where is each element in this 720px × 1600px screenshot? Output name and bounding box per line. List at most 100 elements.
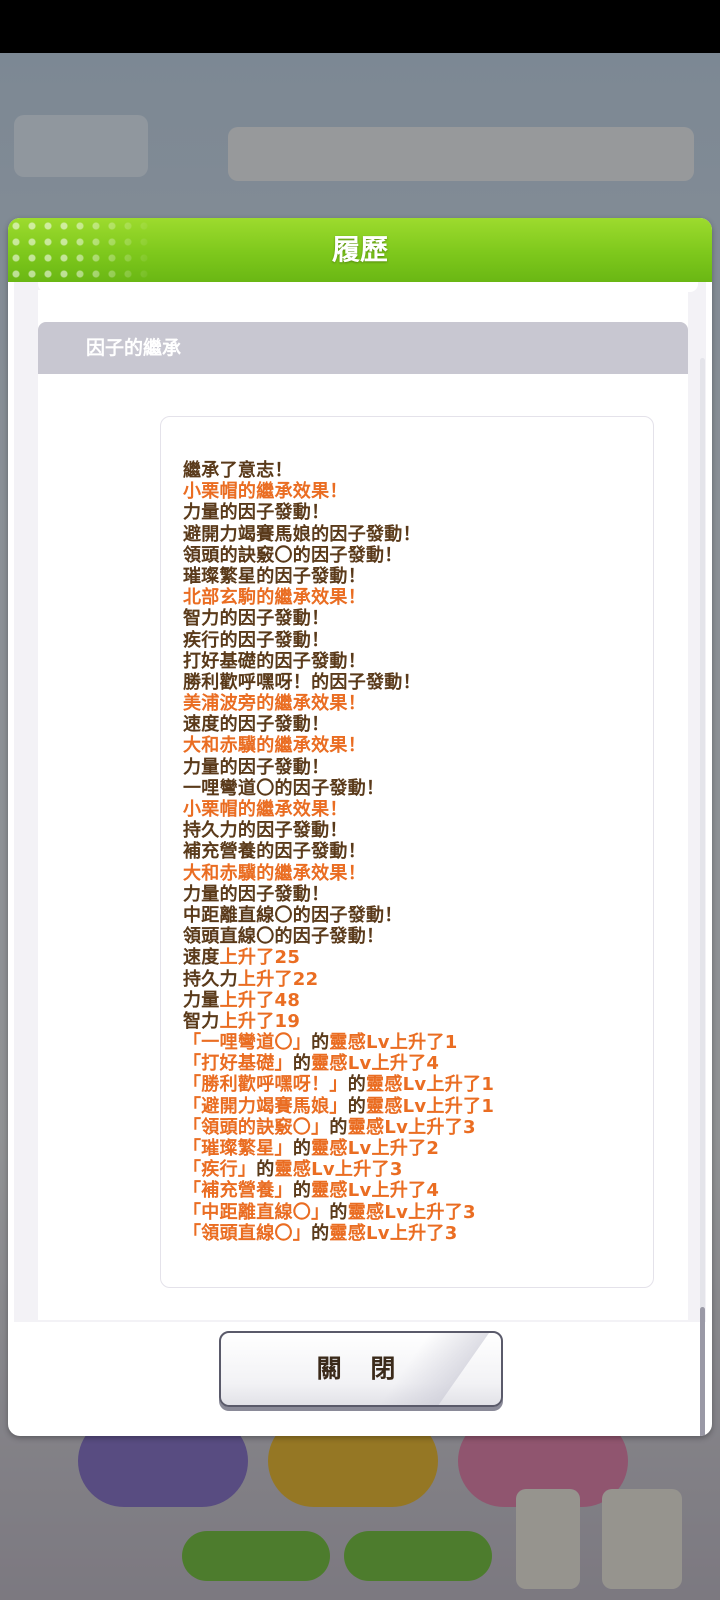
close-button[interactable]: 關 閉 bbox=[219, 1331, 503, 1407]
log-line: 補充營養的因子發動！ bbox=[183, 841, 643, 862]
log-segment: 的 bbox=[292, 1053, 312, 1075]
log-line: 力量的因子發動！ bbox=[183, 884, 643, 905]
log-segment: 力量 bbox=[183, 989, 220, 1011]
log-line: 小栗帽的繼承效果！ bbox=[183, 799, 643, 820]
log-segment: 智力 bbox=[183, 1010, 220, 1032]
log-segment: 「領頭的訣竅〇」 bbox=[183, 1116, 330, 1138]
log-segment: 避開力竭賽馬娘的因子發動！ bbox=[183, 523, 421, 545]
log-line: 「璀璨繁星」的靈感Lv上升了2 bbox=[183, 1138, 643, 1159]
log-segment: 靈感Lv上升了4 bbox=[311, 1180, 440, 1202]
log-line: 璀璨繁星的因子發動！ bbox=[183, 566, 643, 587]
log-line: 「中距離直線〇」的靈感Lv上升了3 bbox=[183, 1202, 643, 1223]
log-segment: 北部玄駒的繼承效果！ bbox=[183, 587, 366, 609]
log-segment: 的 bbox=[292, 1138, 312, 1159]
log-segment: 一哩彎道〇的因子發動！ bbox=[183, 777, 385, 799]
log-line: 打好基礎的因子發動！ bbox=[183, 651, 643, 672]
log-segment: 的 bbox=[311, 1222, 330, 1244]
log-segment: 上升了22 bbox=[237, 968, 319, 990]
log-line: 繼承了意志！ bbox=[183, 460, 643, 481]
log-segment: 勝利歡呼嘿呀！的因子發動！ bbox=[183, 671, 421, 693]
log-line: 勝利歡呼嘿呀！的因子發動！ bbox=[183, 672, 643, 693]
log-line: 大和赤驥的繼承效果！ bbox=[183, 863, 643, 884]
log-segment: 大和赤驥的繼承效果！ bbox=[183, 735, 366, 757]
log-segment: 「疾行」 bbox=[183, 1159, 257, 1181]
log-line: 「打好基礎」的靈感Lv上升了4 bbox=[183, 1053, 643, 1074]
log-segment: 靈感Lv上升了3 bbox=[274, 1159, 403, 1181]
log-line: 大和赤驥的繼承效果！ bbox=[183, 735, 643, 756]
log-segment: 「領頭直線〇」 bbox=[183, 1222, 312, 1244]
dialog-title: 履歷 bbox=[331, 233, 388, 266]
log-segment: 「勝利歡呼嘿呀！」 bbox=[183, 1074, 348, 1096]
log-line: 「領頭的訣竅〇」的靈感Lv上升了3 bbox=[183, 1117, 643, 1138]
log-segment: 智力的因子發動！ bbox=[183, 608, 330, 630]
log-line: 北部玄駒的繼承效果！ bbox=[183, 587, 643, 608]
log-line: 「補充營養」的靈感Lv上升了4 bbox=[183, 1180, 643, 1201]
log-segment: 的 bbox=[347, 1074, 367, 1096]
log-segment: 「打好基礎」 bbox=[183, 1053, 293, 1075]
log-segment: 靈感Lv上升了4 bbox=[311, 1053, 440, 1075]
log-segment: 速度的因子發動！ bbox=[183, 714, 330, 736]
log-line: 中距離直線〇的因子發動！ bbox=[183, 905, 643, 926]
log-line: 速度上升了25 bbox=[183, 947, 643, 968]
section-title: 因子的繼承 bbox=[86, 337, 182, 359]
log-segment: 小栗帽的繼承效果！ bbox=[183, 481, 348, 503]
log-line: 力量的因子發動！ bbox=[183, 757, 643, 778]
log-segment: 靈感Lv上升了1 bbox=[366, 1074, 495, 1096]
section-header: 因子的繼承 bbox=[38, 322, 688, 374]
close-button-label: 關 閉 bbox=[316, 1354, 406, 1383]
log-segment: 力量的因子發動！ bbox=[183, 756, 330, 778]
log-segment: 大和赤驥的繼承效果！ bbox=[183, 862, 366, 884]
log-segment: 上升了25 bbox=[219, 947, 301, 969]
log-line: 持久力的因子發動！ bbox=[183, 820, 643, 841]
log-line: 小栗帽的繼承效果！ bbox=[183, 481, 643, 502]
log-segment: 上升了48 bbox=[219, 989, 301, 1011]
log-line: 「避開力竭賽馬娘」的靈感Lv上升了1 bbox=[183, 1096, 643, 1117]
log-segment: 靈感Lv上升了3 bbox=[347, 1201, 476, 1223]
log-line: 一哩彎道〇的因子發動！ bbox=[183, 778, 643, 799]
log-segment: 「補充營養」 bbox=[183, 1180, 293, 1202]
previous-entry-edge bbox=[38, 282, 698, 292]
log-line: 智力上升了19 bbox=[183, 1011, 643, 1032]
log-segment: 力量的因子發動！ bbox=[183, 883, 330, 905]
log-segment: 的 bbox=[329, 1201, 348, 1223]
log-line: 避開力竭賽馬娘的因子發動！ bbox=[183, 524, 643, 545]
log-line: 智力的因子發動！ bbox=[183, 608, 643, 629]
log-segment: 的 bbox=[329, 1116, 348, 1138]
log-segment: 領頭直線〇的因子發動！ bbox=[183, 926, 385, 948]
log-segment: 靈感Lv上升了3 bbox=[329, 1222, 458, 1244]
log-segment: 打好基礎的因子發動！ bbox=[183, 650, 366, 672]
log-segment: 「中距離直線〇」 bbox=[183, 1201, 330, 1223]
log-segment: 「避開力竭賽馬娘」 bbox=[183, 1095, 348, 1117]
log-segment: 靈感Lv上升了1 bbox=[366, 1095, 495, 1117]
log-segment: 力量的因子發動！ bbox=[183, 502, 330, 524]
status-bar bbox=[0, 0, 720, 53]
log-segment: 中距離直線〇的因子發動！ bbox=[183, 904, 403, 926]
log-segment: 美浦波旁的繼承效果！ bbox=[183, 693, 366, 715]
log-segment: 持久力 bbox=[183, 968, 238, 990]
log-segment: 的 bbox=[311, 1032, 330, 1054]
log-segment: 「一哩彎道〇」 bbox=[183, 1032, 312, 1054]
inheritance-log: 繼承了意志！ 小栗帽的繼承效果！ 力量的因子發動！ 避開力竭賽馬娘的因子發動！ 領頭的訣… bbox=[183, 460, 643, 1244]
log-segment: 靈感Lv上升了3 bbox=[347, 1116, 476, 1138]
log-segment: 的 bbox=[256, 1159, 275, 1181]
scrollbar-thumb[interactable] bbox=[700, 1307, 705, 1436]
scrollbar-track[interactable] bbox=[700, 358, 705, 1348]
dialog-header: 履歷 bbox=[8, 218, 712, 282]
log-line: 「疾行」的靈感Lv上升了3 bbox=[183, 1159, 643, 1180]
log-line: 疾行的因子發動！ bbox=[183, 630, 643, 651]
log-segment: 靈感Lv上升了2 bbox=[311, 1138, 440, 1159]
log-segment: 領頭的訣竅〇的因子發動！ bbox=[183, 544, 403, 566]
log-segment: 速度 bbox=[183, 947, 220, 969]
log-segment: 上升了19 bbox=[219, 1010, 301, 1032]
log-line: 力量上升了48 bbox=[183, 990, 643, 1011]
log-line: 速度的因子發動！ bbox=[183, 714, 643, 735]
log-line: 「勝利歡呼嘿呀！」的靈感Lv上升了1 bbox=[183, 1074, 643, 1095]
log-segment: 補充營養的因子發動！ bbox=[183, 841, 366, 863]
log-segment: 的 bbox=[292, 1180, 312, 1202]
log-line: 領頭的訣竅〇的因子發動！ bbox=[183, 545, 643, 566]
log-segment: 持久力的因子發動！ bbox=[183, 820, 348, 842]
log-line: 「一哩彎道〇」的靈感Lv上升了1 bbox=[183, 1032, 643, 1053]
log-segment: 靈感Lv上升了1 bbox=[329, 1032, 458, 1054]
log-segment: 繼承了意志！ bbox=[183, 460, 293, 481]
log-segment: 小栗帽的繼承效果！ bbox=[183, 799, 348, 820]
